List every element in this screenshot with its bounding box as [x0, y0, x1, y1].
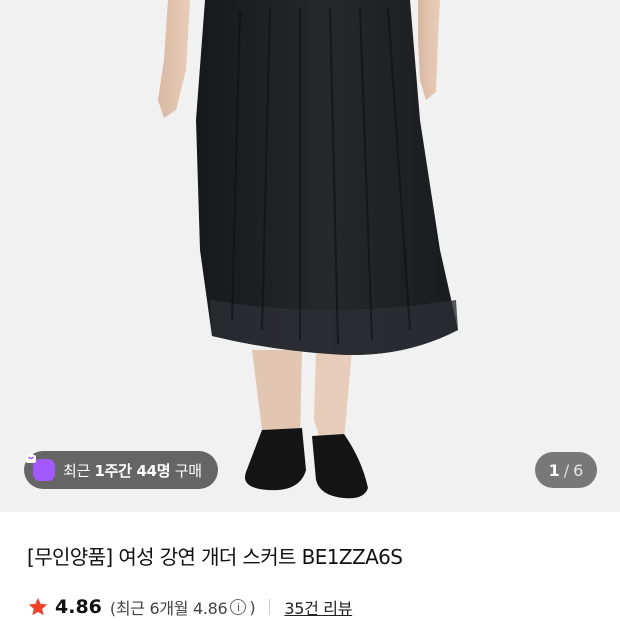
- left-arm: [158, 0, 190, 118]
- shopping-bag-icon: [26, 452, 55, 481]
- image-page-indicator: 1 / 6: [535, 452, 597, 488]
- left-shoe: [244, 428, 306, 491]
- total-pages: 6: [573, 460, 584, 480]
- recent-purchase-text: 최근 1주간 44명 구매: [63, 461, 202, 480]
- model-photo: [158, 0, 458, 499]
- rating-score: 4.86: [55, 596, 102, 618]
- recent-purchase-badge: 최근 1주간 44명 구매: [24, 451, 218, 489]
- product-title: [무인양품] 여성 강연 개더 스커트 BE1ZZA6S: [27, 545, 403, 569]
- review-count-link[interactable]: 35건 리뷰: [284, 595, 352, 619]
- right-leg: [314, 350, 352, 445]
- current-page: 1: [548, 460, 560, 480]
- page-separator: /: [563, 460, 570, 480]
- rating-row: 4.86 (최근 6개월 4.86 i ) 35건 리뷰: [27, 593, 352, 621]
- product-image[interactable]: 최근 1주간 44명 구매 1 / 6: [0, 0, 620, 512]
- divider: [269, 599, 271, 615]
- star-icon: [28, 597, 48, 616]
- right-arm: [418, 0, 440, 100]
- recent-rating: (최근 6개월 4.86 i ): [109, 597, 256, 619]
- info-icon[interactable]: i: [230, 599, 247, 615]
- right-shoe: [312, 434, 368, 499]
